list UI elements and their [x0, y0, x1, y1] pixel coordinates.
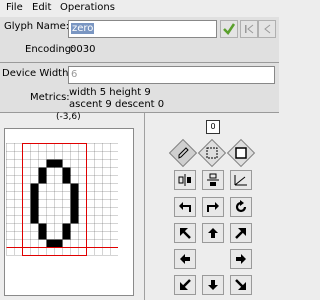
flip-vertical-button[interactable] — [202, 170, 224, 190]
glyph-pixel[interactable] — [30, 215, 39, 224]
flip-horizontal-icon — [178, 174, 191, 186]
menu-operations[interactable]: Operations — [60, 2, 115, 13]
glyph-pixel[interactable] — [38, 223, 47, 232]
skew-icon — [234, 175, 247, 186]
rotate-cw-button[interactable] — [202, 197, 224, 217]
palette-divider — [144, 113, 145, 300]
device-width-input[interactable]: 6 — [68, 66, 275, 84]
move-right-button[interactable] — [230, 249, 252, 269]
glyph-name-input[interactable]: zero — [68, 20, 217, 38]
divider — [0, 112, 279, 113]
prev-glyph-button[interactable] — [258, 20, 276, 38]
arrow-up-icon — [208, 228, 218, 238]
rectangle-icon — [235, 147, 247, 159]
arrow-up-right-icon — [235, 228, 246, 239]
skew-button[interactable] — [230, 170, 252, 190]
glyph-pixel[interactable] — [62, 175, 71, 184]
glyph-pixel[interactable] — [38, 167, 47, 176]
glyph-pixel[interactable] — [62, 167, 71, 176]
move-down-left-button[interactable] — [174, 275, 196, 295]
metrics-panel: Device Width: 6 Metrics: width 5 height … — [0, 63, 279, 112]
glyph-pixel[interactable] — [38, 175, 47, 184]
move-down-right-button[interactable] — [230, 275, 252, 295]
glyph-pixel[interactable] — [30, 183, 39, 192]
metrics-line-1: width 5 height 9 — [69, 87, 151, 98]
glyph-pixel[interactable] — [70, 183, 79, 192]
flip-horizontal-button[interactable] — [174, 170, 196, 190]
encoding-label: Encoding: — [25, 44, 75, 55]
glyph-pixel[interactable] — [30, 191, 39, 200]
menu-file[interactable]: File — [6, 2, 23, 13]
first-glyph-icon — [245, 24, 254, 34]
move-down-button[interactable] — [202, 275, 224, 295]
metrics-line-2: ascent 9 descent 0 — [69, 99, 165, 110]
glyph-pixel[interactable] — [70, 191, 79, 200]
glyph-pixel[interactable] — [70, 207, 79, 216]
glyph-pixel[interactable] — [70, 199, 79, 208]
rotate-ccw-button[interactable] — [174, 197, 196, 217]
pixel-value-box: 0 — [206, 120, 220, 134]
glyph-pixel[interactable] — [30, 199, 39, 208]
selection-icon — [206, 147, 218, 159]
metrics-label: Metrics: — [30, 92, 70, 103]
cursor-coordinates: (-3,6) — [56, 112, 81, 122]
arrow-down-icon — [208, 280, 218, 290]
move-up-left-button[interactable] — [174, 223, 196, 243]
rotate-full-icon — [235, 200, 247, 213]
encoding-value: 0030 — [70, 44, 96, 55]
move-up-right-button[interactable] — [230, 223, 252, 243]
move-left-button[interactable] — [174, 249, 196, 269]
apply-button[interactable] — [220, 20, 238, 38]
arrow-down-right-icon — [235, 279, 246, 290]
glyph-pixel[interactable] — [30, 207, 39, 216]
arrow-down-left-icon — [180, 279, 191, 290]
menu-edit[interactable]: Edit — [32, 2, 51, 13]
glyph-name-label: Glyph Name: — [4, 21, 70, 32]
glyph-pixel[interactable] — [70, 215, 79, 224]
glyph-pixel[interactable] — [46, 239, 55, 248]
glyph-pixel[interactable] — [38, 231, 47, 240]
device-width-label: Device Width: — [2, 68, 72, 79]
glyph-pixel[interactable] — [54, 159, 63, 168]
prev-glyph-icon — [264, 24, 271, 34]
arrow-up-left-icon — [180, 228, 191, 239]
menu-bar: File Edit Operations — [0, 0, 279, 17]
glyph-pixel[interactable] — [62, 223, 71, 232]
glyph-info-panel: Glyph Name: zero Encoding: 0030 — [0, 17, 279, 62]
glyph-pixel[interactable] — [62, 231, 71, 240]
pencil-icon — [178, 147, 189, 159]
rotate-180-button[interactable] — [230, 197, 252, 217]
glyph-pixel[interactable] — [46, 159, 55, 168]
rotate-right-icon — [207, 202, 219, 212]
move-up-button[interactable] — [202, 223, 224, 243]
first-glyph-button[interactable] — [240, 20, 258, 38]
bitmap-editor-canvas[interactable] — [6, 143, 118, 262]
arrow-right-icon — [236, 254, 246, 264]
flip-vertical-icon — [207, 173, 219, 186]
arrow-left-icon — [180, 254, 190, 264]
glyph-pixel[interactable] — [54, 239, 63, 248]
rotate-left-icon — [179, 202, 191, 212]
checkmark-icon — [223, 23, 236, 35]
glyph-name-value: zero — [71, 23, 95, 34]
